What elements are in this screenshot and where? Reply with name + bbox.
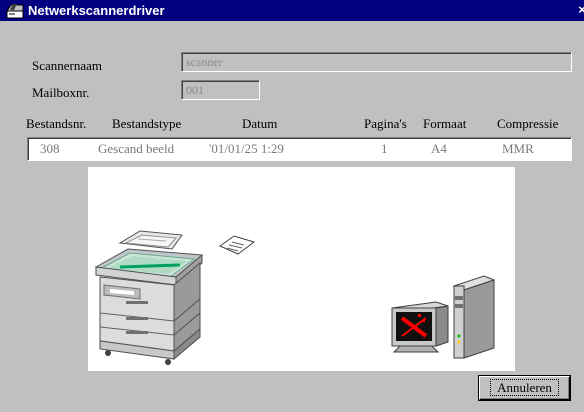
computer-icon: [391, 275, 496, 359]
cell-compression: MMR: [502, 141, 534, 156]
copier-scanner-icon: [94, 230, 204, 365]
scan-transfer-illustration: [88, 167, 515, 371]
file-list[interactable]: 308 Gescand beeld '01/01/25 1:29 1 A4 MM…: [27, 137, 572, 161]
mailbox-label: Mailboxnr.: [32, 85, 90, 100]
cell-file-type: Gescand beeld: [98, 141, 175, 156]
cancel-button-label: Annuleren: [490, 379, 559, 396]
cell-date: '01/01/25 1:29: [209, 141, 284, 156]
cell-format: A4: [431, 141, 447, 156]
mailbox-field[interactable]: 001: [181, 80, 260, 100]
document-transfer-icon: [218, 235, 256, 255]
column-header-pages[interactable]: Pagina's: [364, 116, 407, 132]
scanner-app-icon: [6, 4, 24, 19]
column-header-format[interactable]: Formaat: [423, 116, 466, 132]
cell-file-number: 308: [40, 141, 60, 156]
scanner-driver-window: Netwerkscannerdriver × Scannernaam scann…: [0, 0, 584, 412]
cell-pages: 1: [381, 141, 388, 156]
title-bar[interactable]: Netwerkscannerdriver ×: [0, 0, 584, 21]
scanner-name-label: Scannernaam: [32, 58, 103, 73]
window-title: Netwerkscannerdriver: [28, 3, 165, 18]
close-icon[interactable]: ×: [574, 1, 584, 19]
column-header-file-number[interactable]: Bestandsnr.: [26, 116, 86, 132]
cancel-button[interactable]: Annuleren: [479, 376, 570, 400]
column-header-date[interactable]: Datum: [242, 116, 277, 132]
scanner-name-field[interactable]: scanner: [181, 52, 572, 72]
column-header-compression[interactable]: Compressie: [497, 116, 558, 132]
column-header-file-type[interactable]: Bestandstype: [112, 116, 181, 132]
